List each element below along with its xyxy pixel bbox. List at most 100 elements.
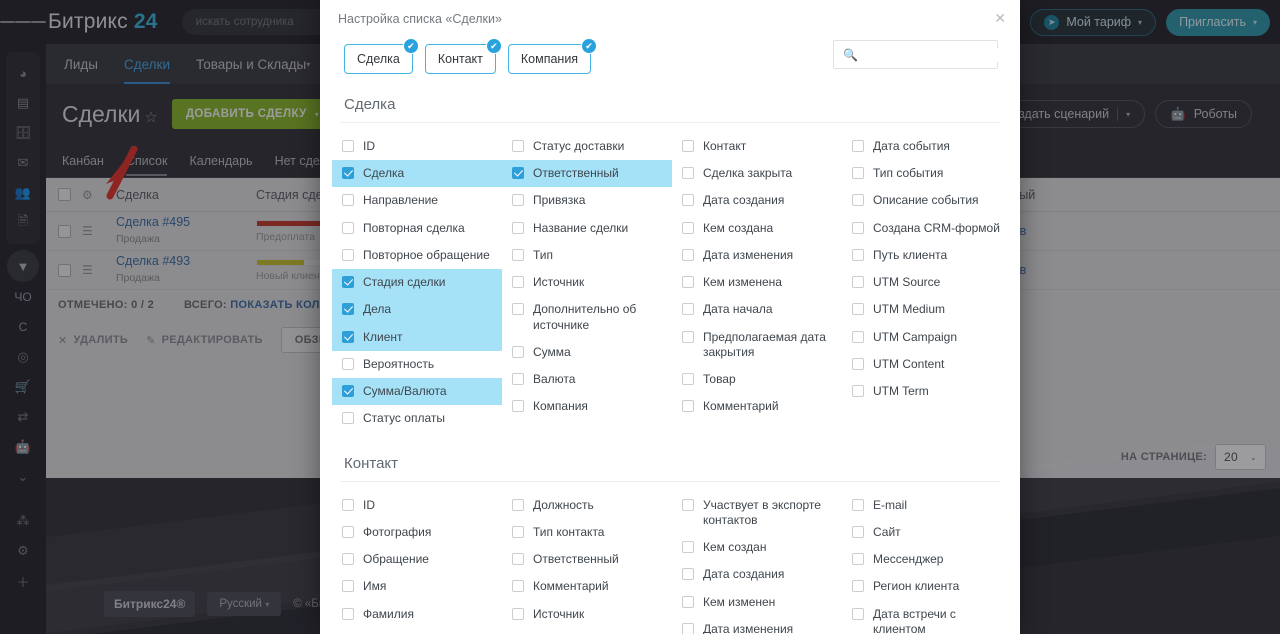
option-checkbox[interactable]	[342, 607, 354, 620]
modal-search[interactable]: 🔍 ✕	[833, 40, 1020, 69]
option-checkbox[interactable]	[852, 580, 864, 593]
option-checkbox[interactable]	[512, 248, 524, 261]
option-checkbox[interactable]	[852, 525, 864, 538]
option-checkbox[interactable]	[852, 140, 864, 152]
option-row[interactable]: Название сделки	[502, 215, 672, 242]
option-row[interactable]: Обращение	[332, 546, 502, 573]
option-row[interactable]: Источник	[502, 601, 672, 628]
chip-deal[interactable]: Сделка ✔	[344, 38, 419, 74]
option-row[interactable]: Компания	[502, 393, 672, 420]
option-row[interactable]: Фотография	[332, 519, 502, 546]
option-row[interactable]: Мессенджер	[842, 546, 1012, 573]
option-row[interactable]: Отчество	[332, 628, 502, 634]
clear-search-icon[interactable]: ✕	[1019, 48, 1020, 62]
option-row[interactable]: Клиент	[332, 323, 502, 351]
option-checkbox[interactable]	[512, 140, 524, 152]
option-checkbox[interactable]	[682, 194, 694, 207]
option-row[interactable]: Кем создан	[672, 534, 842, 561]
option-row[interactable]: Кем изменена	[672, 269, 842, 296]
option-row[interactable]: Предполагаемая дата закрытия	[672, 324, 842, 366]
option-row[interactable]: Повторная сделка	[332, 215, 502, 242]
option-checkbox[interactable]	[342, 276, 354, 289]
option-checkbox[interactable]	[852, 553, 864, 566]
option-row[interactable]: Статус оплаты	[332, 405, 502, 432]
option-checkbox[interactable]	[512, 525, 524, 538]
option-row[interactable]: Кем изменен	[672, 589, 842, 616]
option-checkbox[interactable]	[342, 525, 354, 538]
option-checkbox[interactable]	[852, 167, 864, 180]
option-row[interactable]: Товар	[672, 366, 842, 393]
option-row[interactable]: ID	[332, 492, 502, 519]
option-row[interactable]: Дата создания	[672, 561, 842, 588]
option-checkbox[interactable]	[852, 607, 864, 620]
option-row[interactable]: Дела	[332, 296, 502, 324]
option-checkbox[interactable]	[512, 553, 524, 566]
option-row[interactable]: UTM Term	[842, 378, 1012, 405]
option-row[interactable]: Сделка закрыта	[672, 160, 842, 187]
option-row[interactable]: Дата встречи с клиентом	[842, 601, 1012, 634]
option-row[interactable]: Дата события	[842, 133, 1012, 160]
option-row[interactable]: Ответственный	[502, 546, 672, 573]
option-checkbox[interactable]	[682, 568, 694, 581]
option-row[interactable]: Должность	[502, 492, 672, 519]
option-row[interactable]: Ответственный	[502, 160, 672, 188]
option-checkbox[interactable]	[342, 412, 354, 425]
option-checkbox[interactable]	[512, 221, 524, 234]
option-checkbox[interactable]	[682, 498, 694, 511]
option-row[interactable]: Сумма	[502, 339, 672, 366]
option-checkbox[interactable]	[342, 330, 354, 343]
option-row[interactable]: Сделка	[332, 160, 502, 188]
option-row[interactable]: Тип	[502, 242, 672, 269]
option-checkbox[interactable]	[682, 400, 694, 413]
option-checkbox[interactable]	[682, 221, 694, 234]
option-checkbox[interactable]	[682, 167, 694, 180]
option-row[interactable]: Дата создания	[672, 187, 842, 214]
option-checkbox[interactable]	[342, 167, 354, 180]
option-checkbox[interactable]	[342, 303, 354, 316]
option-row[interactable]: Комментарий	[672, 393, 842, 420]
option-row[interactable]: Вероятность	[332, 351, 502, 378]
option-checkbox[interactable]	[342, 580, 354, 593]
option-checkbox[interactable]	[852, 194, 864, 207]
option-row[interactable]: Тип контакта	[502, 519, 672, 546]
option-checkbox[interactable]	[512, 345, 524, 358]
option-row[interactable]: Повторное обращение	[332, 242, 502, 269]
option-row[interactable]: Сайт	[842, 519, 1012, 546]
option-checkbox[interactable]	[682, 330, 694, 343]
option-checkbox[interactable]	[852, 248, 864, 261]
option-row[interactable]: Валюта	[502, 366, 672, 393]
option-row[interactable]: Дополнительно об источнике	[502, 296, 672, 338]
chip-company[interactable]: Компания ✔	[507, 38, 598, 74]
chip-contact[interactable]: Контакт ✔	[424, 38, 502, 74]
option-row[interactable]: Сумма/Валюта	[332, 378, 502, 406]
option-row[interactable]: Направление	[332, 187, 502, 214]
option-row[interactable]: Имя	[332, 573, 502, 600]
option-checkbox[interactable]	[512, 276, 524, 289]
option-row[interactable]: Дата изменения	[672, 242, 842, 269]
option-checkbox[interactable]	[342, 498, 354, 511]
option-row[interactable]: Источник	[502, 269, 672, 296]
option-checkbox[interactable]	[852, 357, 864, 370]
option-checkbox[interactable]	[512, 373, 524, 386]
option-checkbox[interactable]	[342, 248, 354, 261]
option-checkbox[interactable]	[852, 498, 864, 511]
option-checkbox[interactable]	[342, 140, 354, 152]
option-checkbox[interactable]	[682, 622, 694, 634]
option-row[interactable]: Дата изменения	[672, 616, 842, 634]
option-checkbox[interactable]	[682, 276, 694, 289]
option-row[interactable]: Создана CRM-формой	[842, 215, 1012, 242]
option-checkbox[interactable]	[852, 330, 864, 343]
option-row[interactable]: UTM Medium	[842, 296, 1012, 323]
option-checkbox[interactable]	[852, 385, 864, 398]
option-checkbox[interactable]	[682, 595, 694, 608]
option-checkbox[interactable]	[512, 400, 524, 413]
search-input[interactable]	[863, 47, 1019, 62]
option-checkbox[interactable]	[342, 553, 354, 566]
option-row[interactable]: Стадия сделки	[332, 269, 502, 297]
option-checkbox[interactable]	[512, 194, 524, 207]
option-checkbox[interactable]	[682, 303, 694, 316]
option-row[interactable]: UTM Content	[842, 351, 1012, 378]
option-checkbox[interactable]	[512, 498, 524, 511]
option-checkbox[interactable]	[342, 357, 354, 370]
option-checkbox[interactable]	[512, 580, 524, 593]
